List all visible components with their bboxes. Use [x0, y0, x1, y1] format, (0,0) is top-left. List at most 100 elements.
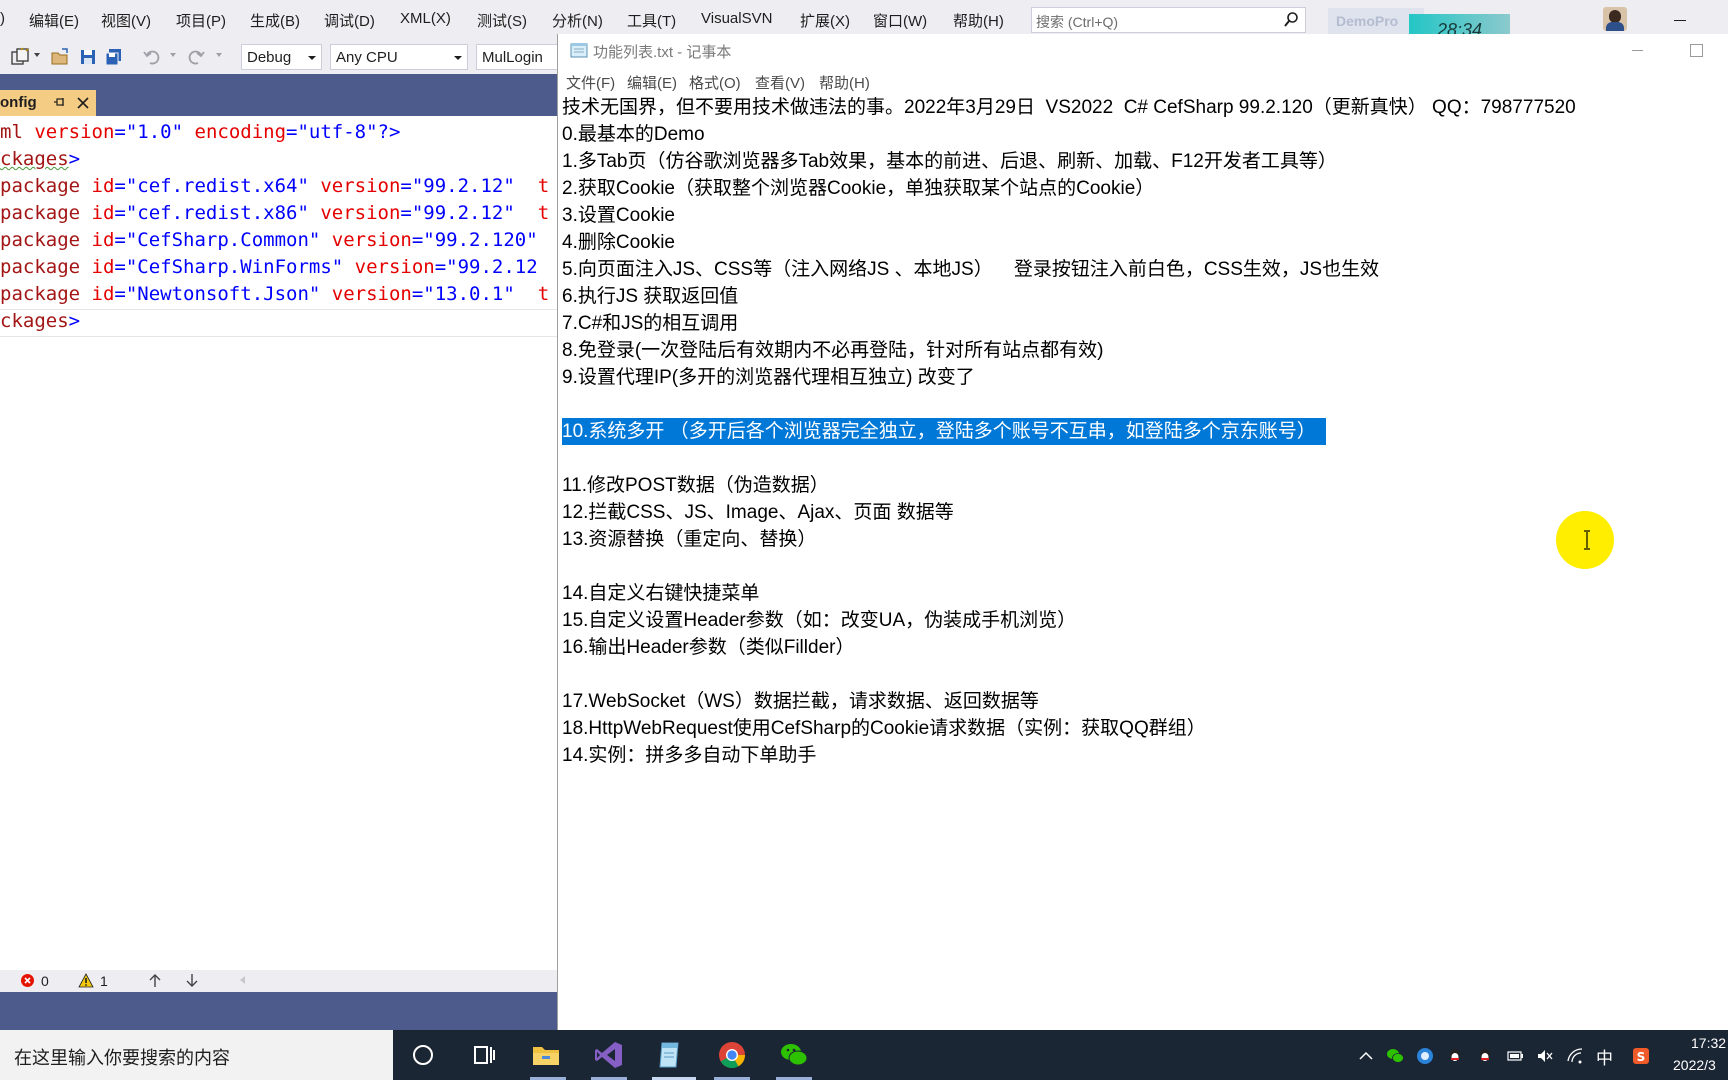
menu-file[interactable]: 文件(F) [566, 72, 615, 93]
menu-view[interactable]: 视图(V) [101, 10, 151, 31]
platform-select[interactable]: Any CPU [330, 44, 468, 70]
code-token: "99.2.12" [411, 175, 515, 197]
code-token: = [114, 256, 126, 278]
menu-partial[interactable]: ) [0, 10, 5, 27]
notepad-titlebar[interactable]: 功能列表.txt - 记事本 [558, 34, 1728, 66]
menu-test[interactable]: 测试(S) [477, 10, 527, 31]
warning-icon[interactable] [78, 973, 94, 988]
code-token: "CefSharp.Common" [125, 229, 321, 251]
chevron-down-icon[interactable] [170, 53, 176, 57]
menu-debug[interactable]: 调试(D) [324, 10, 375, 31]
text-line[interactable]: 15.自定义设置Header参数（如：改变UA，伪装成手机浏览） [562, 607, 1076, 634]
startup-project-select[interactable]: MulLogin [476, 44, 560, 70]
new-project-icon[interactable] [10, 47, 30, 67]
taskbar-search-box[interactable]: 在这里输入你要搜索的内容 [0, 1030, 393, 1080]
document-tabstrip: onfig [0, 74, 560, 116]
menu-help[interactable]: 帮助(H) [819, 72, 870, 93]
chevron-down-icon[interactable] [216, 53, 222, 57]
undo-icon[interactable] [142, 47, 162, 67]
menu-edit[interactable]: 编辑(E) [627, 72, 677, 93]
text-line[interactable]: 13.资源替换（重定向、替换） [562, 526, 816, 553]
visual-studio-icon[interactable] [593, 1039, 625, 1071]
cortana-icon[interactable] [407, 1039, 439, 1071]
menu-extensions[interactable]: 扩展(X) [800, 10, 850, 31]
menu-visualsvn[interactable]: VisualSVN [701, 10, 772, 27]
menu-project[interactable]: 项目(P) [176, 10, 226, 31]
text-line[interactable]: 3.设置Cookie [562, 202, 675, 229]
clock-date[interactable]: 2022/3 [1673, 1057, 1716, 1073]
sogou-input-icon[interactable]: S [1632, 1047, 1650, 1065]
code-token: ml [0, 121, 35, 143]
redo-icon[interactable] [186, 47, 206, 67]
qq-icon[interactable] [1446, 1047, 1464, 1065]
scroll-left-icon[interactable] [240, 976, 245, 984]
code-token: "1.0" [125, 121, 184, 143]
text-line[interactable]: 技术无国界，但不要用技术做违法的事。2022年3月29日 VS2022 C# C… [562, 94, 1576, 121]
close-icon[interactable] [75, 95, 91, 111]
menu-analyze[interactable]: 分析(N) [552, 10, 603, 31]
tab-packages-config[interactable]: onfig [0, 90, 96, 116]
text-line[interactable]: 8.免登录(一次登陆后有效期内不必再登陆，针对所有站点都有效) [562, 337, 1104, 364]
wifi-icon[interactable] [1566, 1047, 1584, 1065]
text-line[interactable]: 7.C#和JS的相互调用 [562, 310, 738, 337]
menu-edit[interactable]: 编辑(E) [29, 10, 79, 31]
notepad-icon[interactable] [654, 1039, 686, 1071]
menu-help[interactable]: 帮助(H) [953, 10, 1004, 31]
chevron-down-icon[interactable] [34, 53, 40, 57]
menu-format[interactable]: 格式(O) [689, 72, 741, 93]
arrow-down-icon[interactable] [185, 973, 199, 988]
text-line[interactable]: 17.WebSocket（WS）数据拦截，请求数据、返回数据等 [562, 688, 1039, 715]
clock-time[interactable]: 17:32 [1691, 1035, 1726, 1051]
selected-text-line[interactable]: 10.系统多开 （多开后各个浏览器完全独立，登陆多个账号不互串，如登陆多个京东账… [562, 418, 1326, 445]
code-editor[interactable]: ml version="1.0" encoding="utf-8"?> ckag… [0, 116, 560, 970]
text-line[interactable]: 6.执行JS 获取返回值 [562, 283, 738, 310]
text-line[interactable]: 2.获取Cookie（获取整个浏览器Cookie，单独获取某个站点的Cookie… [562, 175, 1154, 202]
code-token: = [411, 283, 424, 305]
text-line[interactable]: 11.修改POST数据（伪造数据） [562, 472, 829, 499]
open-folder-icon[interactable] [50, 47, 70, 67]
text-line[interactable]: 14.自定义右键快捷菜单 [562, 580, 759, 607]
save-all-icon[interactable] [104, 47, 124, 67]
menu-view[interactable]: 查看(V) [755, 72, 805, 93]
save-icon[interactable] [78, 47, 98, 67]
maximize-icon[interactable] [1686, 42, 1706, 58]
vs-search-box[interactable]: 搜索 (Ctrl+Q) [1031, 7, 1306, 33]
ime-indicator[interactable]: 中 [1596, 1044, 1613, 1069]
menu-xml[interactable]: XML(X) [400, 10, 451, 27]
text-line[interactable]: 14.实例：拼多多自动下单助手 [562, 742, 816, 769]
code-token: id [80, 229, 115, 251]
minimize-icon[interactable] [1670, 12, 1690, 28]
task-view-icon[interactable] [468, 1039, 500, 1071]
file-explorer-icon[interactable] [530, 1039, 562, 1071]
configuration-select[interactable]: Debug [241, 44, 322, 70]
text-line[interactable]: 9.设置代理IP(多开的浏览器代理相互独立) 改变了 [562, 364, 975, 391]
wechat-tray-icon[interactable] [1386, 1047, 1404, 1065]
volume-muted-icon[interactable] [1536, 1047, 1554, 1065]
pin-icon[interactable] [52, 95, 66, 109]
arrow-up-icon[interactable] [148, 973, 162, 988]
chevron-up-icon[interactable] [1357, 1047, 1375, 1065]
qq-icon[interactable] [1476, 1047, 1494, 1065]
code-token: package [0, 283, 81, 305]
wechat-icon[interactable] [778, 1039, 810, 1071]
code-token: version [308, 175, 401, 197]
chrome-icon[interactable] [716, 1039, 748, 1071]
code-token: "99.2.120" [423, 229, 538, 251]
error-icon[interactable] [20, 973, 35, 988]
text-line[interactable]: 5.向页面注入JS、CSS等（注入网络JS 、本地JS） 登录按钮注入前白色，C… [562, 256, 1379, 283]
windows-taskbar: 在这里输入你要搜索的内容 中 S 17:32 2022/3 [0, 1030, 1728, 1080]
minimize-icon[interactable] [1628, 42, 1648, 58]
text-line[interactable]: 18.HttpWebRequest使用CefSharp的Cookie请求数据（实… [562, 715, 1206, 742]
cloud-sync-icon[interactable] [1416, 1047, 1434, 1065]
menu-window[interactable]: 窗口(W) [873, 10, 927, 31]
battery-icon[interactable] [1506, 1047, 1524, 1065]
notepad-text-area[interactable]: 技术无国界，但不要用技术做违法的事。2022年3月29日 VS2022 C# C… [558, 94, 1728, 1030]
text-line[interactable]: 1.多Tab页（仿谷歌浏览器多Tab效果，基本的前进、后退、刷新、加载、F12开… [562, 148, 1337, 175]
user-avatar[interactable] [1603, 7, 1627, 31]
text-line[interactable]: 4.删除Cookie [562, 229, 675, 256]
text-line[interactable]: 12.拦截CSS、JS、Image、Ajax、页面 数据等 [562, 499, 954, 526]
text-line[interactable]: 0.最基本的Demo [562, 121, 705, 148]
text-line[interactable]: 16.输出Header参数（类似Fillder） [562, 634, 854, 661]
menu-build[interactable]: 生成(B) [250, 10, 300, 31]
menu-tools[interactable]: 工具(T) [627, 10, 676, 31]
